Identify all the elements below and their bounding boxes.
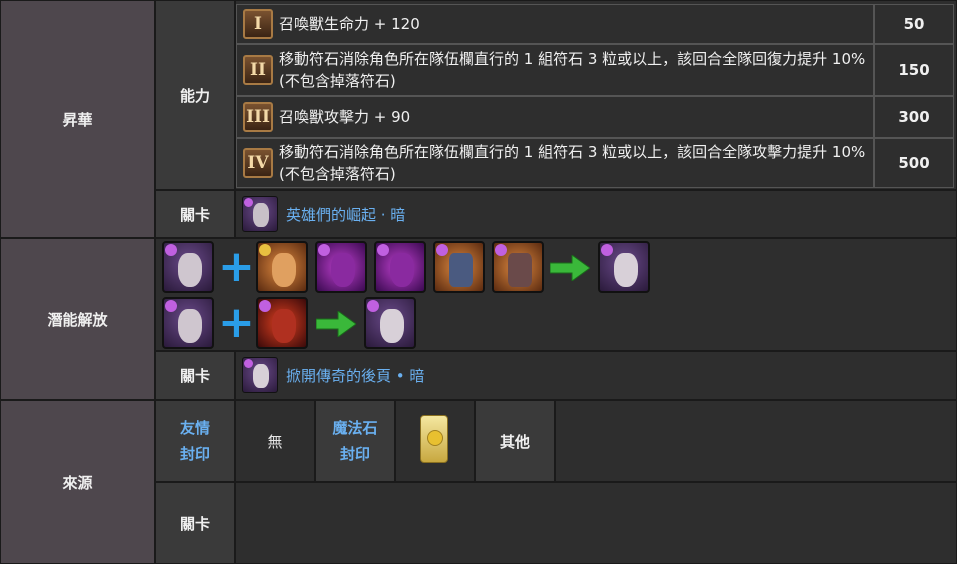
ability-text: 移動符石消除角色所在隊伍欄直行的 1 組符石 3 粒或以上，該回合全隊回復力提升… bbox=[279, 50, 866, 90]
potential-stage-cell: 掀開傳奇的後頁 • 暗 bbox=[235, 351, 957, 400]
friend-seal-label[interactable]: 友情 封印 bbox=[155, 400, 235, 482]
ability-row-2: II 移動符石消除角色所在隊伍欄直行的 1 組符石 3 粒或以上，該回合全隊回復… bbox=[236, 44, 874, 96]
red-dragon-icon[interactable] bbox=[256, 297, 308, 349]
ability-text: 召喚獸攻擊力 + 90 bbox=[279, 108, 411, 126]
gold-card-icon bbox=[420, 415, 448, 463]
dark-hero-icon[interactable] bbox=[162, 297, 214, 349]
emblem-icon[interactable] bbox=[492, 241, 544, 293]
ability-text: 移動符石消除角色所在隊伍欄直行的 1 組符石 3 粒或以上，該回合全隊攻擊力提升… bbox=[279, 143, 866, 183]
ascension-stage-label: 關卡 bbox=[155, 190, 235, 238]
ability-row-4: IV 移動符石消除角色所在隊伍欄直行的 1 組符石 3 粒或以上，該回合全隊攻擊… bbox=[236, 138, 874, 188]
arrow-right-icon bbox=[316, 311, 356, 337]
purple-demon-icon[interactable] bbox=[315, 241, 367, 293]
dark-hero-avatar-icon bbox=[242, 196, 278, 232]
dark-hero-icon[interactable] bbox=[162, 241, 214, 293]
friend-seal-value: 無 bbox=[235, 400, 315, 482]
plus-icon: + bbox=[218, 297, 255, 348]
potential-stage-link[interactable]: 掀開傳奇的後頁 • 暗 bbox=[242, 357, 424, 393]
ascension-stage-cell: 英雄們的崛起 · 暗 bbox=[235, 190, 957, 238]
yellow-fairy-icon[interactable] bbox=[256, 241, 308, 293]
ability-label: 能力 bbox=[155, 0, 235, 190]
ascension-stage-name[interactable]: 英雄們的崛起 · 暗 bbox=[286, 204, 405, 225]
ability-row-3: III 召喚獸攻擊力 + 90 bbox=[236, 96, 874, 138]
roman-1-icon: I bbox=[243, 9, 273, 39]
arrow-right-icon bbox=[550, 255, 590, 281]
ability-cost: 150 bbox=[874, 44, 954, 96]
ability-row-1: I 召喚獸生命力 + 120 bbox=[236, 4, 874, 44]
ability-text: 召喚獸生命力 + 120 bbox=[279, 15, 420, 33]
purple-demon-icon[interactable] bbox=[374, 241, 426, 293]
ability-cost: 500 bbox=[874, 138, 954, 188]
emblem-icon[interactable] bbox=[433, 241, 485, 293]
plus-icon: + bbox=[218, 241, 255, 292]
source-stage-cell bbox=[235, 482, 957, 564]
potential-stage-label: 關卡 bbox=[155, 351, 235, 400]
source-category: 來源 bbox=[0, 400, 155, 564]
magic-seal-label[interactable]: 魔法石 封印 bbox=[315, 400, 395, 482]
ability-cost: 300 bbox=[874, 96, 954, 138]
evolved-hero-icon[interactable] bbox=[598, 241, 650, 293]
roman-3-icon: III bbox=[243, 102, 273, 132]
magic-seal-value bbox=[395, 400, 475, 482]
roman-4-icon: IV bbox=[243, 148, 273, 178]
other-label: 其他 bbox=[475, 400, 555, 482]
source-stage-label: 關卡 bbox=[155, 482, 235, 564]
evolved-hero-icon[interactable] bbox=[364, 297, 416, 349]
potential-materials: + + bbox=[155, 238, 957, 351]
evolved-hero-avatar-icon bbox=[242, 357, 278, 393]
ascension-stage-link[interactable]: 英雄們的崛起 · 暗 bbox=[242, 196, 405, 232]
ability-cost: 50 bbox=[874, 4, 954, 44]
ascension-category: 昇華 bbox=[0, 0, 155, 238]
potential-category: 潛能解放 bbox=[0, 238, 155, 400]
potential-stage-name[interactable]: 掀開傳奇的後頁 • 暗 bbox=[286, 365, 424, 386]
roman-2-icon: II bbox=[243, 55, 273, 85]
other-value bbox=[555, 400, 957, 482]
